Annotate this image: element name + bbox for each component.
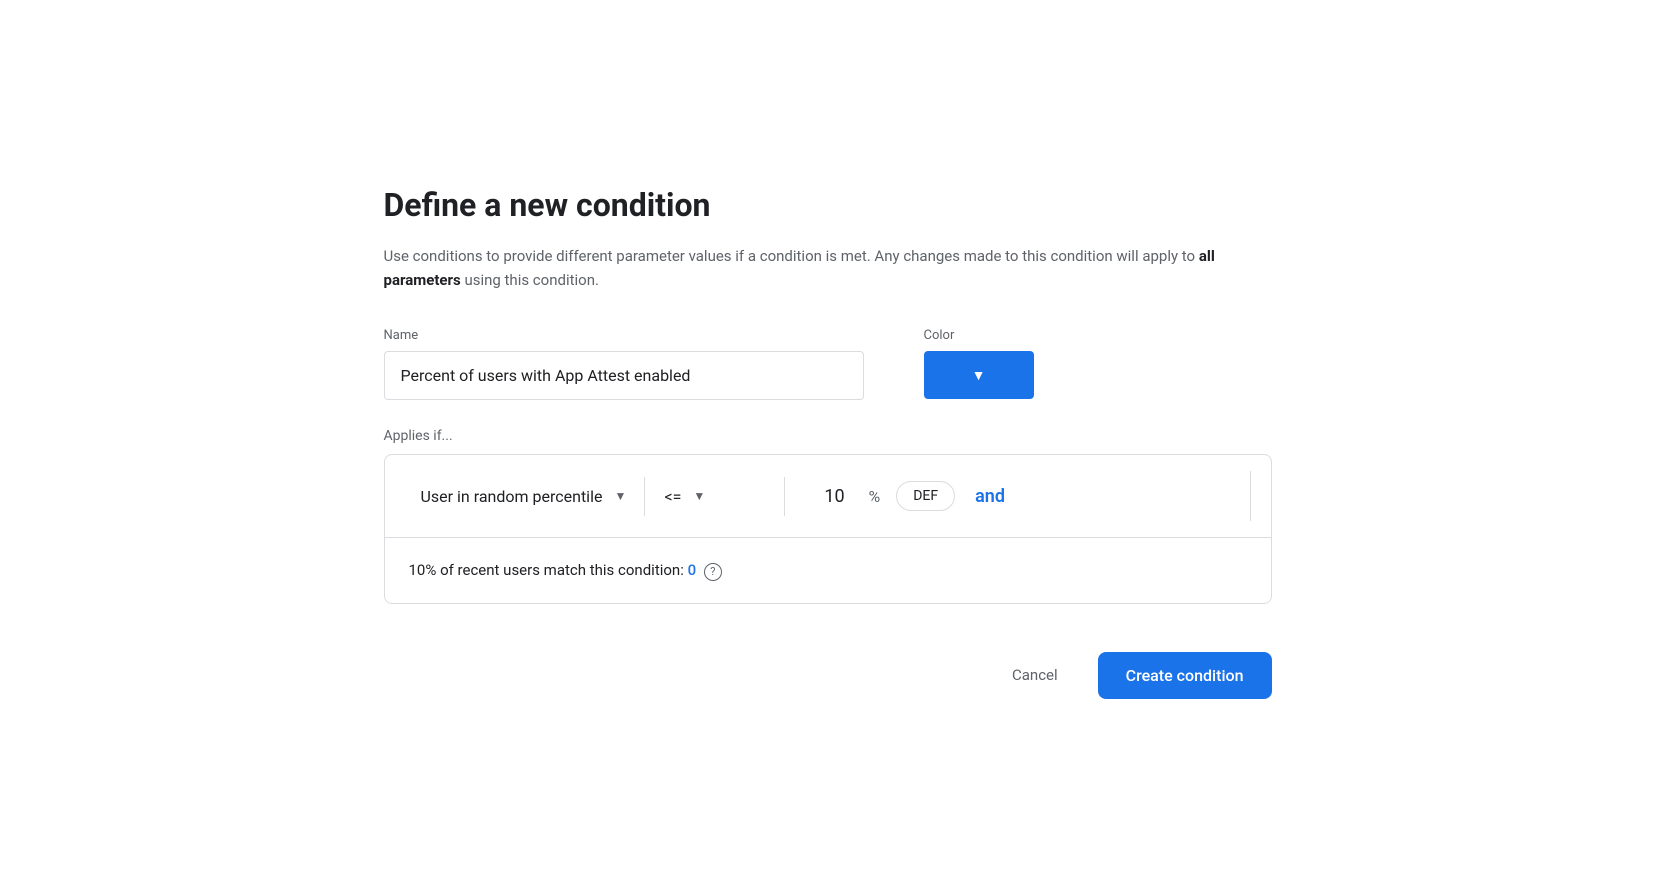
match-info-text: 10% of recent users match this condition… — [409, 561, 722, 579]
description-text-1: Use conditions to provide different para… — [384, 247, 1199, 265]
condition-box: User in random percentile ▼ <= ▼ % DEF a… — [384, 454, 1272, 603]
operator-chevron-down-icon: ▼ — [693, 489, 705, 503]
type-chevron-down-icon: ▼ — [614, 489, 626, 503]
name-input[interactable] — [384, 351, 864, 400]
dialog-footer: Cancel Create condition — [384, 652, 1272, 699]
operator-dropdown[interactable]: <= ▼ — [645, 477, 785, 516]
define-condition-dialog: Define a new condition Use conditions to… — [328, 138, 1328, 746]
dialog-title: Define a new condition — [384, 186, 1272, 224]
name-color-row: Name Color ▼ — [384, 328, 1272, 428]
dialog-description: Use conditions to provide different para… — [384, 244, 1272, 292]
condition-type-label: User in random percentile — [421, 487, 603, 506]
match-text-prefix: 10% of recent users match this condition… — [409, 561, 688, 579]
name-label: Name — [384, 328, 864, 343]
percentile-value-input[interactable] — [805, 486, 865, 507]
help-icon[interactable]: ? — [704, 563, 722, 581]
color-section: Color ▼ — [924, 328, 1034, 399]
match-count: 0 — [688, 561, 697, 579]
and-link[interactable]: and — [975, 486, 1005, 507]
applies-label: Applies if... — [384, 428, 1272, 444]
match-info-row: 10% of recent users match this condition… — [385, 538, 1271, 602]
def-button[interactable]: DEF — [896, 481, 955, 511]
percent-symbol: % — [869, 487, 881, 506]
operator-label: <= — [665, 487, 682, 506]
cancel-button[interactable]: Cancel — [988, 654, 1082, 696]
chevron-down-icon: ▼ — [972, 367, 986, 384]
color-picker-button[interactable]: ▼ — [924, 351, 1034, 399]
applies-if-section: Applies if... User in random percentile … — [384, 428, 1272, 603]
name-section: Name — [384, 328, 864, 400]
condition-type-dropdown[interactable]: User in random percentile ▼ — [405, 477, 645, 516]
description-text-2: using this condition. — [461, 271, 599, 289]
value-section: % DEF and — [785, 471, 1251, 521]
create-condition-button[interactable]: Create condition — [1098, 652, 1272, 699]
color-label: Color — [924, 328, 1034, 343]
condition-row: User in random percentile ▼ <= ▼ % DEF a… — [385, 455, 1271, 538]
